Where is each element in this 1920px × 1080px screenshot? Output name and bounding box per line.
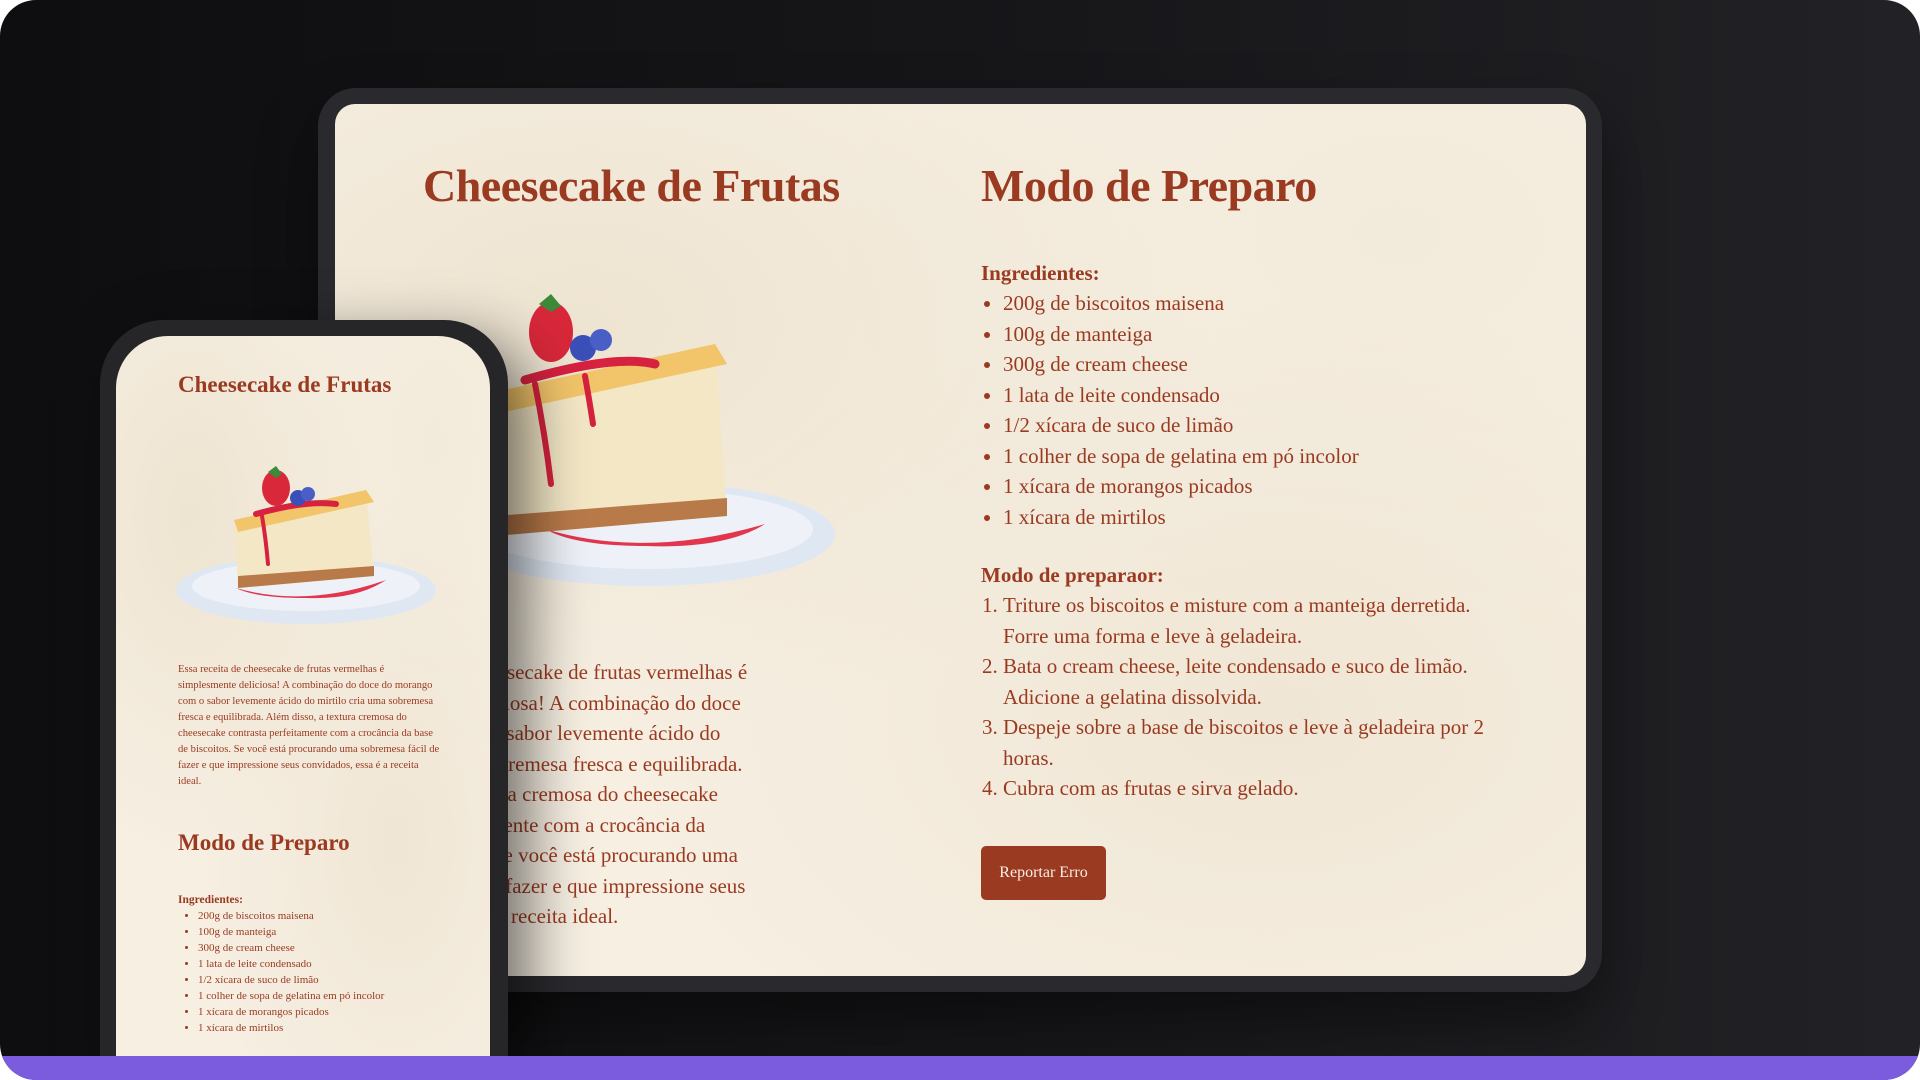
tablet-screen: Cheesecake de Frutas Modo de Preparo ta …: [335, 104, 1586, 976]
list-item: 1 lata de leite condensado: [198, 956, 458, 972]
ingredients-heading: Ingredientes:: [178, 894, 243, 906]
ingredients-section-mobile: Ingredientes: 200g de biscoitos maisena …: [178, 892, 458, 1036]
report-error-button[interactable]: Reportar Erro: [981, 846, 1106, 900]
showcase-background: Cheesecake de Frutas Modo de Preparo ta …: [0, 0, 1920, 1080]
list-item: 1 colher de sopa de gelatina em pó incol…: [1003, 441, 1501, 472]
list-item: 1 xícara de morangos picados: [1003, 471, 1501, 502]
list-item: 300g de cream cheese: [1003, 349, 1501, 380]
list-item: Bata o cream cheese, leite condensado e …: [1003, 651, 1501, 712]
list-item: 100g de manteiga: [1003, 319, 1501, 350]
recipe-description: Essa receita de cheesecake de frutas ver…: [178, 664, 440, 787]
steps-heading: Modo de preparaor:: [981, 563, 1164, 587]
list-item: 200g de biscoitos maisena: [1003, 288, 1501, 319]
preparo-title-mobile: Modo de Preparo: [178, 830, 350, 855]
list-item: 300g de cream cheese: [198, 940, 458, 956]
steps-list: Triture os biscoitos e misture com a man…: [981, 590, 1501, 804]
cheesecake-illustration: [176, 466, 436, 624]
bottom-accent-bar: [0, 1056, 1920, 1080]
ingredients-heading: Ingredientes:: [981, 261, 1100, 285]
list-item: 1/2 xícara de suco de limão: [1003, 410, 1501, 441]
list-item: Cubra com as frutas e sirva gelado.: [1003, 773, 1501, 804]
list-item: 100g de manteiga: [198, 924, 458, 940]
list-item: 1 colher de sopa de gelatina em pó incol…: [198, 988, 458, 1004]
ingredients-list: 200g de biscoitos maisena 100g de mantei…: [178, 908, 458, 1036]
recipe-title: Cheesecake de Frutas: [423, 160, 840, 211]
list-item: 1 xícara de morangos picados: [198, 1004, 458, 1020]
list-item: 1 lata de leite condensado: [1003, 380, 1501, 411]
preparo-section: Ingredientes: 200g de biscoitos maisena …: [981, 258, 1501, 804]
list-item: 1 xícara de mirtilos: [1003, 502, 1501, 533]
list-item: 200g de biscoitos maisena: [198, 908, 458, 924]
ingredients-list: 200g de biscoitos maisena 100g de mantei…: [981, 288, 1501, 532]
list-item: 1 xícara de mirtilos: [198, 1020, 458, 1036]
recipe-title-mobile: Cheesecake de Frutas: [178, 372, 392, 397]
phone-screen: Cheesecake de Frutas Essa receita de che…: [116, 336, 490, 1056]
list-item: Despeje sobre a base de biscoitos e leve…: [1003, 712, 1501, 773]
list-item: Triture os biscoitos e misture com a man…: [1003, 590, 1501, 651]
list-item: 1/2 xícara de suco de limão: [198, 972, 458, 988]
cheesecake-illustration: [465, 294, 835, 586]
preparo-title: Modo de Preparo: [981, 160, 1317, 211]
